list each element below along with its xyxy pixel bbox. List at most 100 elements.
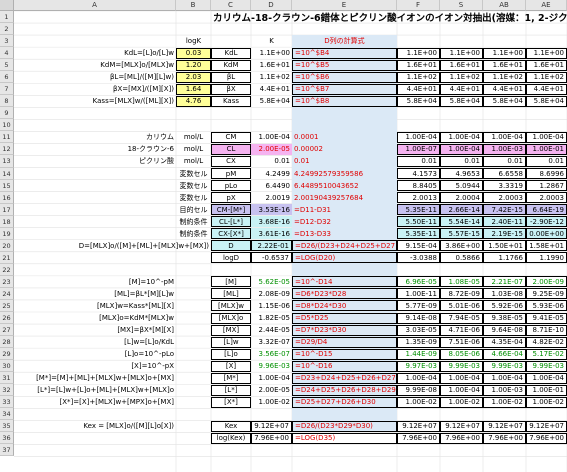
kex-value[interactable]: 7.96E+00 [251,432,292,444]
row-header[interactable]: 31 [0,372,14,385]
variable-name[interactable]: pM [211,168,251,180]
result-cell[interactable]: 4.4E+01 [526,83,567,95]
formula-header[interactable]: D列の計算式 [292,35,397,47]
species-name[interactable]: [M] [211,276,251,288]
variable-value[interactable]: 2.00E-05 [251,143,292,155]
result-cell[interactable]: 5.35E-11 [397,204,440,216]
result-cell[interactable]: 1.1E+00 [526,47,567,59]
result-cell[interactable]: 8.72E-09 [440,288,483,300]
component-label[interactable]: 18-クラウン-6 [14,144,176,155]
unit-label[interactable]: 変数セル [176,180,211,191]
species-value[interactable]: 1.82E-05 [251,313,292,324]
formula-text[interactable]: 4.24992579359586 [292,168,397,179]
result-cell[interactable]: 4.9653 [440,168,483,180]
result-cell[interactable]: 0.00E+00 [526,228,567,240]
logK-input[interactable]: 0.03 [176,47,211,59]
formula-text[interactable]: =D5*D25 [292,312,397,324]
result-cell[interactable]: 4.4E+01 [483,83,526,95]
species-name[interactable]: [L]o [211,348,251,360]
unit-label[interactable]: 変数セル [176,168,211,179]
formula-text[interactable]: =10^$B4 [292,47,397,59]
constant-name[interactable]: KdM [211,59,251,71]
d-label[interactable]: D=[MLX]o/([M]+[ML]+[MLX]w+[MX]) [14,240,211,251]
unit-label[interactable]: mol/L [176,156,211,167]
row-header[interactable]: 9 [0,107,14,120]
result-cell[interactable]: 1.00E-04 [483,131,526,143]
formula-text[interactable]: =D26/(D23*D29*D30) [292,420,397,432]
row-header[interactable]: 6 [0,71,14,84]
species-name[interactable]: [MLX]w [211,300,251,312]
result-cell[interactable]: 5.92E-06 [483,300,526,312]
species-name[interactable]: [MLX]o [211,312,251,324]
row-header[interactable]: 19 [0,227,14,240]
variable-value[interactable]: 2.0019 [251,192,292,203]
formula-text[interactable]: 0.0001 [292,132,397,143]
result-cell[interactable]: 1.00E-04 [397,372,440,384]
result-cell[interactable]: 1.44E-09 [397,348,440,360]
species-label[interactable]: [MX]=βX*[M][X] [14,325,176,336]
K-header[interactable]: K [251,36,292,47]
species-value[interactable]: 2.00E-05 [251,385,292,396]
kex-value[interactable]: 9.12E+07 [251,420,292,432]
species-label[interactable]: [L*]=[L]w+[L]o+[ML]+[MLX]w+[MLX]o [14,385,176,396]
logK-input[interactable]: 4.76 [176,95,211,107]
result-cell[interactable]: 2.0003 [483,192,526,204]
species-name[interactable]: [X] [211,360,251,372]
formula-text[interactable]: =D8*D24*D30 [292,300,397,312]
unit-label[interactable]: mol/L [176,132,211,143]
result-cell[interactable]: 1.00E-07 [397,143,440,155]
result-cell[interactable]: 2.40E-11 [483,216,526,228]
logK-input[interactable]: 1.64 [176,83,211,95]
constant-value[interactable]: 4.4E+01 [251,84,292,95]
variable-name[interactable]: CL-[L*] [211,216,251,228]
formula-text[interactable]: =D7*D23*D30 [292,324,397,336]
formula-text[interactable]: =D23+D24+D25+D26+D27 [292,372,397,384]
constant-label[interactable]: Kass=[MLX]w/([ML][X]) [14,96,176,107]
row-header[interactable]: 5 [0,59,14,72]
result-cell[interactable]: 2.21E-07 [483,276,526,288]
result-cell[interactable]: 6.64E-19 [526,204,567,216]
row-header[interactable]: 2 [0,23,14,36]
formula-text[interactable]: =10^-D14 [292,276,397,288]
row-header[interactable]: 29 [0,348,14,361]
constant-name[interactable]: βL [211,71,251,83]
variable-name[interactable]: CX-[X*] [211,228,251,240]
result-cell[interactable]: 9.12E+07 [440,420,483,432]
result-cell[interactable]: 1.6E+01 [526,59,567,71]
result-cell[interactable]: 1.6E+01 [440,59,483,71]
row-header[interactable]: 23 [0,275,14,288]
species-value[interactable]: 2.44E-05 [251,325,292,336]
result-cell[interactable]: 8.05E-06 [440,348,483,360]
row-header[interactable]: 24 [0,287,14,300]
species-value[interactable]: 9.96E-03 [251,361,292,372]
row-header[interactable]: 17 [0,203,14,216]
result-cell[interactable]: 1.50E+01 [483,240,526,252]
result-cell[interactable]: 9.14E-08 [397,312,440,324]
result-cell[interactable]: 2.00E-09 [526,276,567,288]
species-value[interactable]: 3.32E-07 [251,337,292,348]
species-label[interactable]: [MLX]o=KdM*[MLX]w [14,313,176,324]
row-header[interactable]: 32 [0,384,14,397]
column-header[interactable]: S [440,0,483,11]
result-cell[interactable]: 1.1E+02 [440,71,483,83]
component-label[interactable]: カリウム [14,132,176,143]
result-cell[interactable]: 2.0003 [526,192,567,204]
constant-name[interactable]: Kass [211,95,251,107]
species-name[interactable]: [M*] [211,372,251,384]
result-cell[interactable]: 1.35E-09 [397,336,440,348]
result-cell[interactable]: 5.8E+04 [526,95,567,107]
row-header[interactable]: 35 [0,420,14,433]
constant-name[interactable]: KdL [211,47,251,59]
species-name[interactable]: [X*] [211,396,251,408]
species-name[interactable]: [L]w [211,336,251,348]
result-cell[interactable]: 5.93E-06 [526,300,567,312]
result-cell[interactable]: 7.96E+00 [440,432,483,444]
row-header[interactable]: 28 [0,336,14,349]
result-cell[interactable]: 5.54E-14 [440,216,483,228]
result-cell[interactable]: 2.0013 [397,192,440,204]
row-header[interactable]: 21 [0,251,14,264]
row-header[interactable]: 8 [0,95,14,108]
result-cell[interactable]: 1.1E+00 [483,47,526,59]
row-header[interactable]: 26 [0,312,14,325]
row-header[interactable]: 15 [0,179,14,192]
